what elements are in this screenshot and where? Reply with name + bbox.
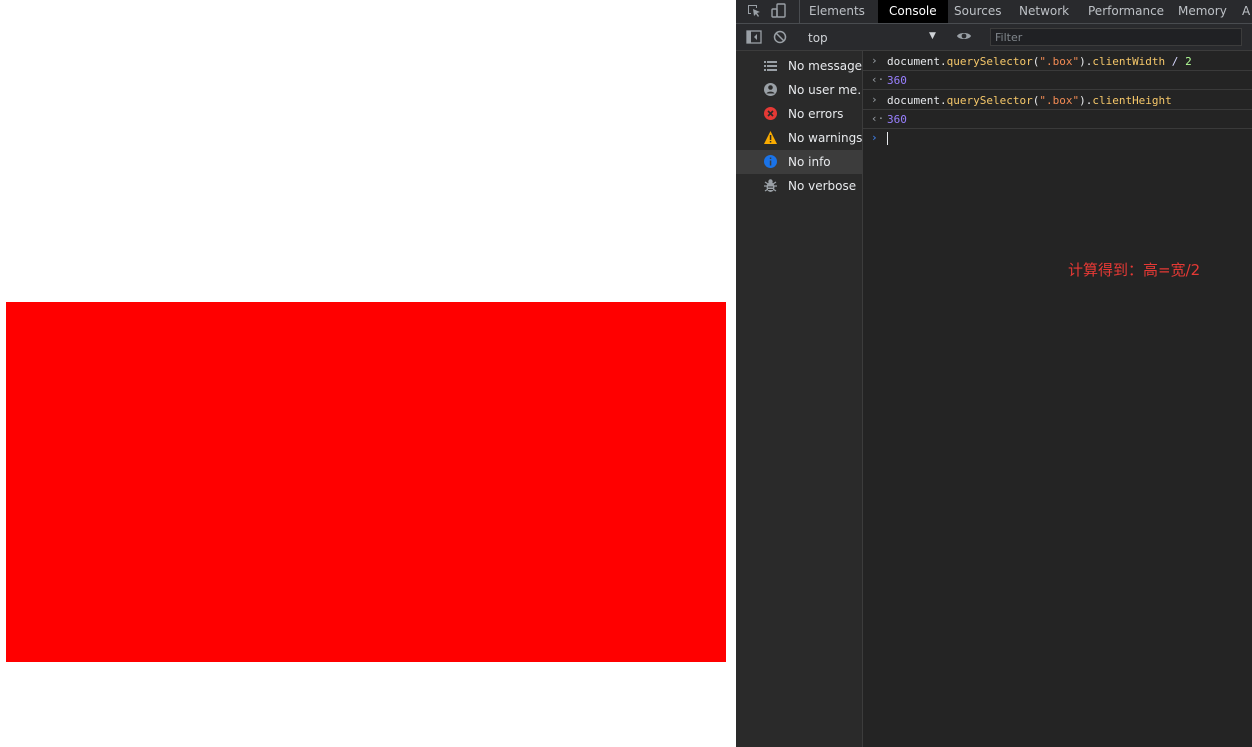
bug-icon — [763, 178, 778, 193]
filter-input[interactable]: Filter — [990, 28, 1242, 46]
sidebar-item-label: No user me… — [788, 83, 862, 97]
console-command: document.querySelector(".box").clientWid… — [887, 55, 1192, 68]
chevron-down-icon[interactable]: ▼ — [929, 31, 936, 41]
console-toolbar: top ▼ Filter — [736, 24, 1252, 51]
console-sidebar: No messages No user me… No errors No war… — [736, 51, 863, 747]
console-output[interactable]: › document.querySelector(".box").clientW… — [863, 51, 1252, 747]
devtools-tabbar: Elements Console Sources Network Perform… — [736, 0, 1252, 24]
prompt-caret-icon: › — [871, 131, 878, 144]
tab-network[interactable]: Network — [1011, 0, 1077, 23]
devtools-panel: Elements Console Sources Network Perform… — [736, 0, 1252, 747]
sidebar-item-errors[interactable]: No errors — [736, 102, 862, 126]
sidebar-item-info[interactable]: No info — [736, 150, 862, 174]
sidebar-item-warnings[interactable]: No warnings — [736, 126, 862, 150]
sidebar-item-label: No info — [788, 155, 831, 169]
result-caret-icon: ‹· — [871, 73, 885, 86]
sidebar-item-user-messages[interactable]: No user me… — [736, 78, 862, 102]
tab-sources[interactable]: Sources — [946, 0, 1009, 23]
page-viewport — [0, 0, 736, 747]
clear-console-icon[interactable] — [773, 30, 789, 46]
console-result-line: ‹· 360 — [863, 110, 1252, 129]
sidebar-item-messages[interactable]: No messages — [736, 54, 862, 78]
sidebar-item-label: No errors — [788, 107, 844, 121]
sidebar-toggle-icon[interactable] — [746, 30, 762, 46]
console-input-line: › document.querySelector(".box").clientW… — [863, 52, 1252, 71]
eye-icon[interactable] — [956, 30, 972, 46]
context-selector[interactable]: top — [808, 31, 828, 45]
sidebar-item-label: No messages — [788, 59, 862, 73]
list-icon — [763, 58, 778, 73]
input-caret-icon: › — [871, 54, 878, 67]
tab-console[interactable]: Console — [878, 0, 948, 23]
sidebar-item-label: No verbose — [788, 179, 857, 193]
user-icon — [763, 82, 778, 97]
red-box — [6, 302, 726, 662]
text-cursor — [887, 132, 888, 145]
sidebar-item-verbose[interactable]: No verbose — [736, 174, 862, 198]
result-caret-icon: ‹· — [871, 112, 885, 125]
console-result: 360 — [887, 74, 907, 87]
tab-more[interactable]: A — [1238, 0, 1252, 23]
annotation-note: 计算得到：高=宽/2 — [1068, 261, 1201, 279]
input-caret-icon: › — [871, 93, 878, 106]
sidebar-item-label: No warnings — [788, 131, 862, 145]
error-icon — [763, 106, 778, 121]
console-result-line: ‹· 360 — [863, 71, 1252, 90]
console-command: document.querySelector(".box").clientHei… — [887, 94, 1172, 107]
console-result: 360 — [887, 113, 907, 126]
info-icon — [763, 154, 778, 169]
tab-memory[interactable]: Memory — [1170, 0, 1235, 23]
warning-icon — [763, 130, 778, 145]
console-prompt[interactable]: › — [863, 129, 1252, 148]
tab-elements[interactable]: Elements — [799, 0, 874, 23]
device-toolbar-icon[interactable] — [771, 3, 787, 19]
tab-performance[interactable]: Performance — [1080, 0, 1172, 23]
console-input-line: › document.querySelector(".box").clientH… — [863, 91, 1252, 110]
inspect-element-icon[interactable] — [746, 3, 762, 19]
